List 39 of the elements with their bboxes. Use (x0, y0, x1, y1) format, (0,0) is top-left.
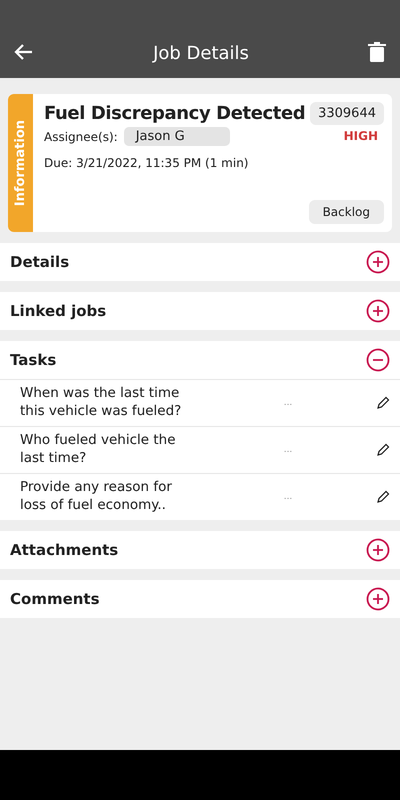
expand-icon (366, 538, 390, 562)
pencil-icon (376, 490, 390, 504)
edit-button[interactable] (376, 443, 390, 457)
trash-icon (368, 42, 386, 62)
section-title: Linked jobs (10, 302, 106, 320)
screen-title: Job Details (153, 43, 249, 64)
expand-icon (366, 299, 390, 323)
collapse-icon (366, 348, 390, 372)
section-toggle[interactable] (366, 587, 390, 611)
task-answer: ... (282, 398, 294, 408)
section-title: Comments (10, 590, 100, 608)
status-button[interactable]: Backlog (308, 200, 384, 224)
edit-button[interactable] (376, 490, 390, 504)
job-title: Fuel Discrepancy Detected (44, 103, 306, 124)
back-arrow-icon (14, 42, 34, 62)
task-question: Who fueled vehicle the last time? (20, 432, 177, 468)
pencil-icon (376, 396, 390, 410)
task-answer: ... (282, 445, 294, 455)
job-type-label: Information (13, 120, 28, 206)
section-title: Attachments (10, 541, 118, 559)
pencil-icon (376, 443, 390, 457)
section-toggle[interactable] (366, 250, 390, 274)
delete-button[interactable] (366, 40, 388, 64)
task-answer: ... (282, 492, 294, 502)
assignee-chip: Jason G (124, 127, 230, 146)
section-toggle[interactable] (366, 299, 390, 323)
section-toggle[interactable] (366, 538, 390, 562)
edit-button[interactable] (376, 396, 390, 410)
section-toggle[interactable] (366, 348, 390, 372)
task-question: Provide any reason for loss of fuel economy.. (20, 479, 173, 515)
priority-label: HIGH (344, 128, 378, 142)
job-number: 3309644 (310, 102, 384, 125)
expand-icon (366, 250, 390, 274)
task-question: When was the last time this vehicle was fueled? (20, 385, 182, 421)
due-date: Due: 3/21/2022, 11:35 PM (1 min) (44, 156, 250, 170)
section-title: Details (10, 253, 70, 271)
section-title: Tasks (10, 351, 56, 369)
assignee-label: Assignee(s): (44, 130, 118, 144)
expand-icon (366, 587, 390, 611)
